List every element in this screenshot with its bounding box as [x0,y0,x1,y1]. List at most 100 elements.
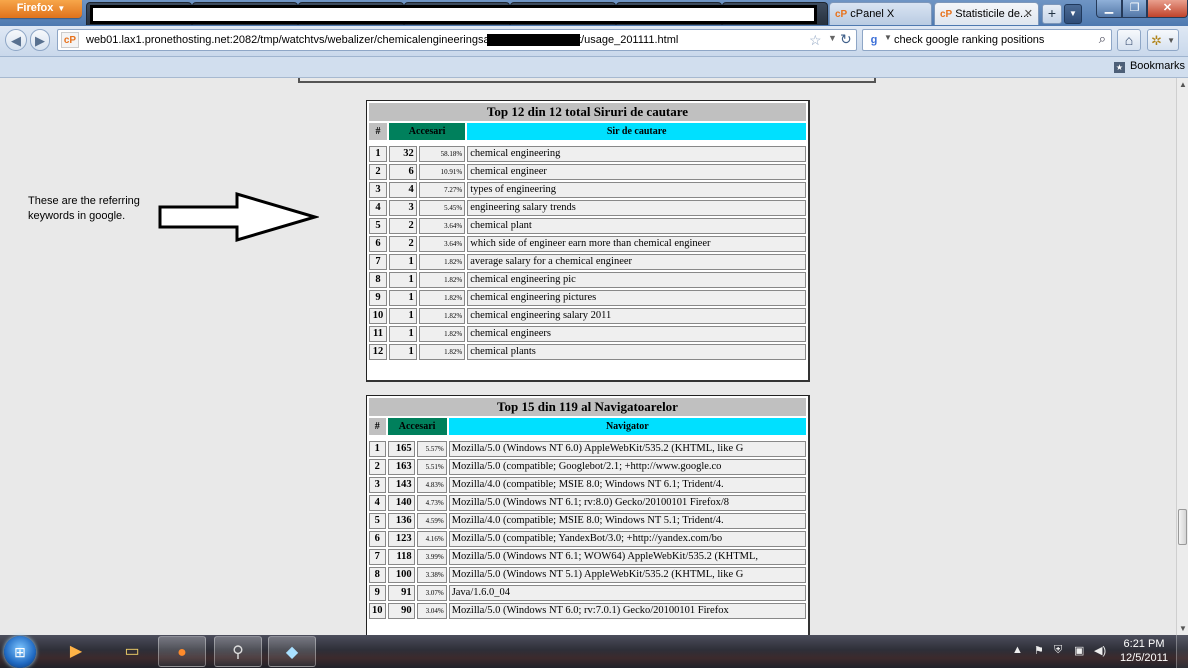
row-percent: 1.82% [418,254,466,270]
row-hits: 1 [389,254,417,270]
row-number: 2 [369,164,387,180]
google-icon[interactable]: g [866,32,882,48]
bookmark-star-icon[interactable]: ☆ [809,32,822,49]
row-text: chemical engineers [467,326,806,342]
row-text: chemical engineering pictures [467,290,806,306]
row-percent: 4.16% [416,531,447,547]
row-number: 10 [369,603,386,619]
tab-list-button[interactable]: ▼ [1064,4,1082,24]
table-row: 5 136 4.59% Mozilla/4.0 (compatible; MSIE 8… [369,513,806,529]
security-icon[interactable]: ⛨ [1054,644,1062,657]
row-text: Mozilla/5.0 (Windows NT 6.1; rv:8.0) Gec… [448,495,806,511]
show-desktop-button[interactable] [1176,635,1188,668]
home-button[interactable]: ⌂ [1117,29,1141,51]
reload-icon[interactable]: ↻ [840,31,852,48]
column-header-hits: Accesari [389,123,466,140]
row-text: Mozilla/5.0 (Windows NT 5.1) AppleWebKit… [448,567,806,583]
search-engine-dropdown-icon[interactable]: ▼ [884,33,892,42]
row-text: chemical engineering [467,146,806,162]
row-text: Mozilla/4.0 (compatible; MSIE 8.0; Windo… [448,477,806,493]
forward-button[interactable]: ▶ [30,29,50,51]
search-bar[interactable]: g ▼ check google ranking positions ⌕ [862,29,1112,51]
row-text: Mozilla/5.0 (Windows NT 6.0; rv:7.0.1) G… [448,603,806,619]
chevron-down-icon: ▼ [1167,36,1175,45]
folder-icon[interactable]: ▭ [108,636,156,667]
vertical-scrollbar[interactable]: ▲ ▼ [1176,78,1188,635]
media-player-icon[interactable]: ▶ [52,636,100,667]
row-hits: 123 [387,531,415,547]
network-icon[interactable]: ▣ [1074,644,1084,657]
back-button[interactable]: ◀ [5,29,27,51]
clock-date: 12/5/2011 [1119,652,1169,664]
row-number: 4 [369,495,386,511]
firefox-menu-label: Firefox [16,2,54,14]
table-row: 6 123 4.16% Mozilla/5.0 (compatible; Yandex… [369,531,806,547]
table-row: 2 6 10.91% chemical engineer [369,164,806,180]
row-number: 8 [369,567,386,583]
flag-icon[interactable]: ⚑ [1034,644,1044,657]
firefox-icon[interactable]: ● [158,636,206,667]
row-hits: 1 [389,326,417,342]
bookmarks-label: Bookmarks [1129,60,1185,72]
row-text: average salary for a chemical engineer [467,254,806,270]
row-number: 6 [369,531,386,547]
column-header-browser: Navigator [448,418,806,435]
row-hits: 91 [387,585,415,601]
row-percent: 4.83% [416,477,447,493]
scroll-down-icon[interactable]: ▼ [1179,624,1187,633]
firefox-menu-button[interactable]: Firefox ▼ [0,0,82,18]
table-row: 2 163 5.51% Mozilla/5.0 (compatible; Google… [369,459,806,475]
search-input[interactable]: check google ranking positions [894,30,1044,50]
magnifier-icon[interactable]: ⚲ [214,636,262,667]
page-content: These are the referring keywords in goog… [0,78,1176,635]
column-header-search-string: Sir de cautare [467,123,806,140]
row-percent: 4.73% [416,495,447,511]
addon-button[interactable]: ✲ ▼ [1147,29,1179,51]
maximize-button[interactable]: ❐ [1122,0,1147,18]
table-row: 7 118 3.99% Mozilla/5.0 (Windows NT 6.1; WO… [369,549,806,565]
show-hidden-icons-icon[interactable]: ▲ [1012,644,1023,656]
row-number: 9 [369,290,387,306]
row-number: 6 [369,236,387,252]
bookmarks-menu[interactable]: ★ Bookmarks [1113,57,1185,76]
scrollbar-thumb[interactable] [1178,509,1187,545]
minimize-button[interactable]: ▁ [1096,0,1122,18]
app-icon[interactable]: ◆ [268,636,316,667]
row-hits: 136 [387,513,415,529]
row-text: chemical engineering salary 2011 [467,308,806,324]
column-header-hits: Accesari [387,418,447,435]
arrow-right-icon [158,191,319,243]
tab-statistics[interactable]: cP Statisticile de... ✕ [934,2,1039,25]
row-percent: 3.99% [416,549,447,565]
bookmarks-toolbar: ★ Bookmarks [0,57,1188,78]
search-icon[interactable]: ⌕ [1099,31,1106,47]
clock[interactable]: 6:21 PM 12/5/2011 [1118,637,1170,665]
row-hits: 163 [387,459,415,475]
row-percent: 7.27% [418,182,466,198]
row-number: 7 [369,549,386,565]
close-window-button[interactable]: ✕ [1147,0,1188,18]
row-number: 10 [369,308,387,324]
navigation-bar: ◀ ▶ cP web01.lax1.pronethosting.net:2082… [0,26,1188,57]
cpanel-favicon-icon: cP [940,9,953,20]
row-percent: 4.59% [416,513,447,529]
bookmarks-icon: ★ [1113,62,1125,73]
table-row: 1 165 5.57% Mozilla/5.0 (Windows NT 6.0) Ap… [369,441,806,457]
close-tab-icon[interactable]: ✕ [1024,3,1033,25]
table-title: Top 15 din 119 al Navigatoarelor [369,398,806,416]
table-row: 8 100 3.38% Mozilla/5.0 (Windows NT 5.1) Ap… [369,567,806,583]
row-hits: 1 [389,290,417,306]
new-tab-button[interactable]: + [1042,4,1062,24]
address-bar[interactable]: cP web01.lax1.pronethosting.net:2082/tmp… [57,29,857,51]
tab-cpanel[interactable]: cP cPanel X [829,2,932,25]
volume-icon[interactable]: ◀) [1094,644,1106,657]
history-dropdown-icon[interactable]: ▼ [828,33,837,43]
row-percent: 5.57% [416,441,447,457]
table-row: 5 2 3.64% chemical plant [369,218,806,234]
row-percent: 3.64% [418,236,466,252]
row-percent: 10.91% [418,164,466,180]
table-row: 6 2 3.64% which side of engineer earn more … [369,236,806,252]
start-button[interactable]: ⊞ [4,636,36,668]
scroll-up-icon[interactable]: ▲ [1179,80,1187,89]
search-strings-table: Top 12 din 12 total Siruri de cautare # … [366,100,810,382]
